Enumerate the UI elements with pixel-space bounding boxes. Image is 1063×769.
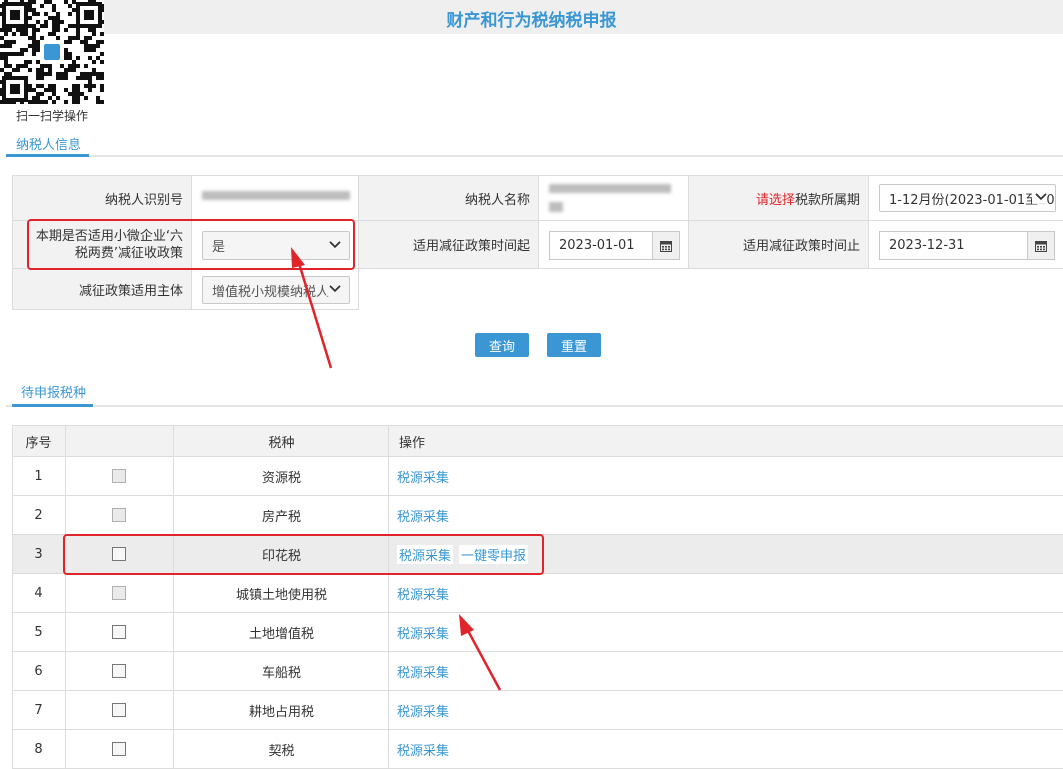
- tax-type: 资源税: [261, 470, 301, 486]
- row-number: 3: [34, 546, 43, 562]
- reset-button[interactable]: 重置: [547, 333, 601, 357]
- qr-caption: 扫一扫学操作: [15, 109, 88, 123]
- query-button[interactable]: 查询: [475, 333, 529, 357]
- checkbox-cell: [65, 496, 173, 534]
- column-header-tax: 税种: [174, 426, 389, 456]
- calendar-icon[interactable]: [652, 231, 680, 260]
- action-cell: 税源采集: [397, 652, 797, 690]
- checkbox-cell: [65, 730, 173, 768]
- section-divider: [6, 405, 1063, 407]
- column-divider: [173, 425, 174, 769]
- policy-end-input[interactable]: 2023-12-31: [879, 231, 1028, 260]
- section-divider: [6, 155, 1063, 157]
- tab-active-indicator: [12, 404, 93, 407]
- checkbox-icon[interactable]: [112, 625, 126, 639]
- chevron-down-icon: [326, 282, 341, 296]
- action-cell: 税源采集: [397, 613, 797, 651]
- checkbox-cell: [65, 691, 173, 729]
- row-number: 5: [34, 624, 43, 640]
- action-cell: 税源采集: [397, 730, 797, 768]
- row-number: 7: [34, 702, 43, 718]
- action-cell: 税源采集: [397, 574, 797, 612]
- tax-type: 车船税: [261, 665, 301, 681]
- collect-tax-source-link[interactable]: 税源采集: [397, 662, 449, 681]
- checkbox-icon: [112, 469, 126, 483]
- checkbox-icon[interactable]: [112, 742, 126, 756]
- annotation-box-small-micro: [27, 219, 355, 270]
- collect-tax-source-link[interactable]: 税源采集: [397, 467, 449, 486]
- policy-end-cell: 2023-12-31: [868, 220, 1063, 269]
- row-number: 6: [34, 663, 43, 679]
- period-select[interactable]: 1-12月份(2023-01-01至2023-12-31): [879, 184, 1056, 212]
- calendar-icon[interactable]: [1027, 231, 1055, 260]
- collect-tax-source-link[interactable]: 税源采集: [397, 584, 449, 603]
- row-number: 2: [34, 507, 43, 523]
- tab-active-indicator: [6, 154, 89, 157]
- label-policy-subject: 减征政策适用主体: [12, 268, 192, 310]
- label-taxpayer-id: 纳税人识别号: [12, 175, 192, 221]
- tax-type: 耕地占用税: [248, 704, 314, 720]
- label-policy-start: 适用减征政策时间起: [358, 220, 539, 269]
- table-row: 7 耕地占用税 税源采集: [12, 691, 1063, 730]
- row-number: 8: [34, 741, 43, 757]
- label-taxpayer-name: 纳税人名称: [358, 175, 539, 221]
- tax-type: 房产税: [261, 509, 301, 525]
- redacted-taxpayer-name: [549, 184, 671, 193]
- tax-type: 土地增值税: [248, 626, 314, 642]
- action-cell: 税源采集: [397, 691, 797, 729]
- checkbox-cell: [65, 652, 173, 690]
- policy-start-cell: 2023-01-01: [538, 220, 689, 269]
- table-row: 5 土地增值税 税源采集: [12, 613, 1063, 652]
- checkbox-cell: [65, 613, 173, 651]
- table-row: 2 房产税 税源采集: [12, 496, 1063, 535]
- taxpayer-name-value: [538, 175, 689, 221]
- tab-pending-taxes[interactable]: 待申报税种: [21, 382, 86, 401]
- checkbox-icon: [112, 586, 126, 600]
- collect-tax-source-link[interactable]: 税源采集: [397, 701, 449, 720]
- redacted-taxpayer-name-2: [549, 202, 563, 212]
- tax-type: 城镇土地使用税: [235, 587, 327, 603]
- chevron-down-icon: [1032, 190, 1047, 204]
- column-header-action: 操作: [399, 426, 599, 456]
- page-title: 财产和行为税纳税申报: [446, 11, 617, 31]
- column-divider: [65, 425, 66, 769]
- qr-code-icon: [0, 0, 104, 104]
- annotation-box-stamp-tax: [63, 534, 544, 575]
- label-period: 请选择 税款所属期: [688, 175, 869, 221]
- period-cell: 1-12月份(2023-01-01至2023-12-31): [868, 175, 1063, 221]
- policy-subject-cell: 增值税小规模纳税人: [191, 268, 359, 310]
- tax-type: 契税: [268, 743, 295, 759]
- table-border: [12, 425, 13, 769]
- collect-tax-source-link[interactable]: 税源采集: [397, 506, 449, 525]
- table-row: 1 资源税 税源采集: [12, 457, 1063, 496]
- action-cell: 税源采集: [397, 457, 797, 495]
- checkbox-cell: [65, 457, 173, 495]
- table-row: 4 城镇土地使用税 税源采集: [12, 574, 1063, 613]
- table-row: 8 契税 税源采集: [12, 730, 1063, 769]
- row-number: 1: [34, 468, 43, 484]
- column-divider: [388, 425, 389, 769]
- checkbox-icon[interactable]: [112, 703, 126, 717]
- tab-taxpayer-info[interactable]: 纳税人信息: [16, 134, 81, 153]
- checkbox-icon[interactable]: [112, 664, 126, 678]
- action-cell: 税源采集: [397, 496, 797, 534]
- checkbox-cell: [65, 574, 173, 612]
- collect-tax-source-link[interactable]: 税源采集: [397, 740, 449, 759]
- checkbox-icon: [112, 508, 126, 522]
- taxpayer-id-value: [191, 175, 359, 221]
- column-header-no: 序号: [12, 426, 65, 456]
- collect-tax-source-link[interactable]: 税源采集: [397, 623, 449, 642]
- policy-subject-select[interactable]: 增值税小规模纳税人: [202, 276, 350, 304]
- row-number: 4: [34, 585, 43, 601]
- policy-start-input[interactable]: 2023-01-01: [549, 231, 653, 260]
- redacted-taxpayer-id: [202, 191, 350, 200]
- label-policy-end: 适用减征政策时间止: [688, 220, 869, 269]
- table-row: 6 车船税 税源采集: [12, 652, 1063, 691]
